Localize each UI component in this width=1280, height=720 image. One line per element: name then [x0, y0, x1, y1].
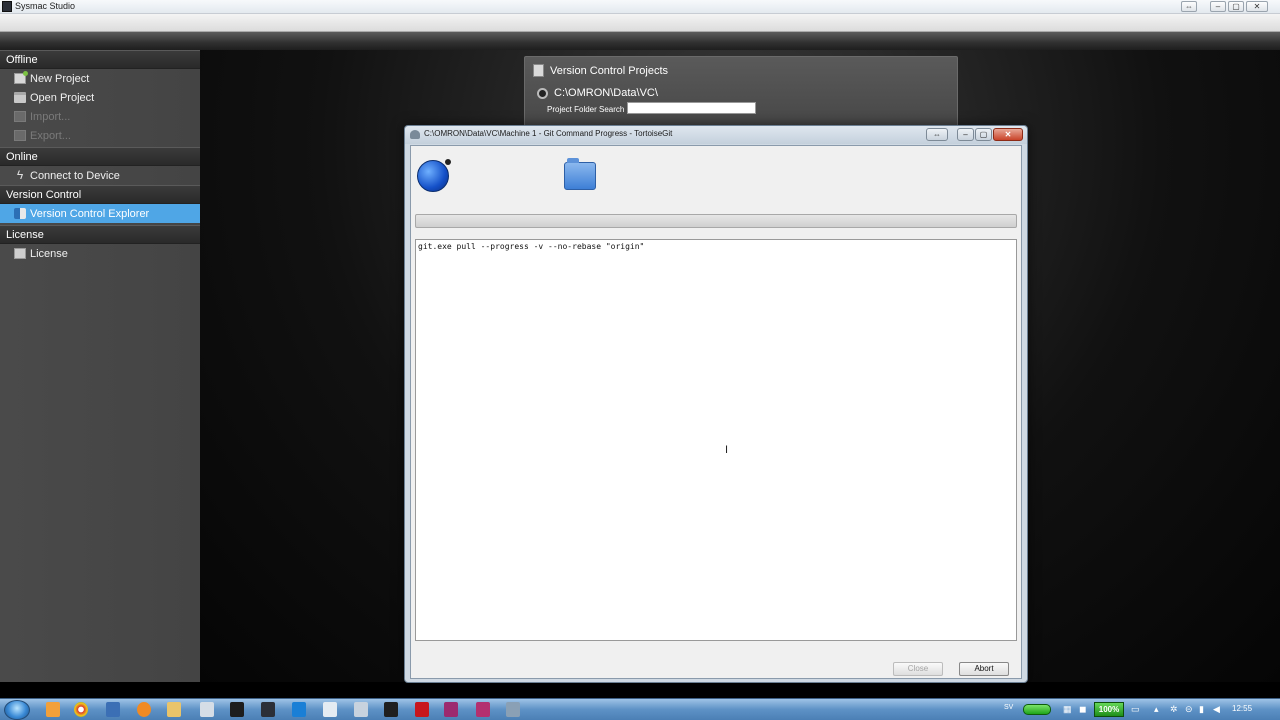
sysmac-app-icon: [2, 1, 12, 12]
log-line: git.exe pull --progress -v --no-rebase "…: [418, 242, 645, 251]
repository-path[interactable]: C:\OMRON\Data\VC\: [537, 87, 658, 99]
open-project-icon: [14, 92, 26, 103]
app-title: Sysmac Studio: [15, 1, 76, 11]
sidebar-item-new-project[interactable]: New Project: [0, 69, 200, 88]
close-dialog-button: Close: [893, 662, 943, 676]
folder-icon: [564, 158, 596, 190]
section-online: Online: [0, 147, 200, 166]
command-prompt-icon[interactable]: [230, 702, 244, 717]
taskbar-app-icon[interactable]: [106, 702, 120, 717]
project-folder-search-label: Project Folder Search: [547, 105, 625, 114]
dialog-minimize-button[interactable]: –: [957, 128, 974, 141]
tray-app-icon[interactable]: ◼: [1079, 704, 1086, 715]
sidebar-item-license[interactable]: License: [0, 244, 200, 263]
maximize-button[interactable]: ▢: [1228, 1, 1244, 12]
section-version-control: Version Control: [0, 185, 200, 204]
taskbar-app-icon[interactable]: [200, 702, 214, 717]
toolbar-strip: [0, 32, 1280, 50]
sysmac-studio-icon[interactable]: [261, 702, 275, 717]
new-project-icon: [14, 71, 28, 84]
acrobat-icon[interactable]: [415, 702, 429, 717]
taskbar-app-icon[interactable]: [476, 702, 490, 717]
dialog-close-button[interactable]: ✕: [993, 128, 1023, 141]
start-button[interactable]: [4, 700, 30, 720]
sidebar-item-version-control-explorer[interactable]: Version Control Explorer: [0, 204, 200, 223]
taskbar-app-icon[interactable]: [137, 702, 151, 717]
progress-bar: [415, 214, 1017, 228]
clock[interactable]: 12:55: [1232, 704, 1252, 713]
tortoisegit-icon: [410, 130, 420, 139]
taskbar-app-icon[interactable]: [444, 702, 458, 717]
file-explorer-icon[interactable]: [167, 702, 181, 717]
windows-taskbar: SV ▦ ◼ 100% ▭ ▴ ✲ ⊝ ▮ ◀ 12:55: [0, 698, 1280, 720]
app-title-bar: Sysmac Studio ⇔ – ▢ ✕: [0, 0, 1280, 14]
globe-icon: [417, 159, 451, 192]
start-page-sidebar: Offline New Project Open Project Import.…: [0, 50, 200, 682]
sidebar-item-label: Open Project: [30, 91, 95, 104]
sidebar-item-label: New Project: [30, 72, 90, 85]
command-output-log[interactable]: git.exe pull --progress -v --no-rebase "…: [415, 239, 1017, 641]
document-icon: [533, 64, 544, 77]
project-folder-search-input[interactable]: [627, 102, 756, 114]
export-icon: [14, 130, 26, 141]
close-button[interactable]: ✕: [1246, 1, 1268, 12]
abort-button[interactable]: Abort: [959, 662, 1009, 676]
sidebar-item-import: Import...: [0, 107, 200, 126]
tray-settings-icon[interactable]: ✲: [1170, 704, 1178, 715]
tray-app-icon[interactable]: ▭: [1131, 704, 1140, 715]
panel-title: Version Control Projects: [550, 64, 668, 77]
menu-bar: [0, 14, 1280, 32]
dialog-body: git.exe pull --progress -v --no-rebase "…: [410, 145, 1022, 679]
taskbar-app-icon[interactable]: [46, 702, 60, 717]
network-icon[interactable]: ▦: [1063, 704, 1072, 715]
teamviewer-icon[interactable]: [292, 702, 306, 717]
panel-header: Version Control Projects: [533, 64, 668, 77]
import-icon: [14, 111, 26, 122]
input-language[interactable]: SV: [1004, 704, 1013, 711]
sidebar-item-connect-to-device[interactable]: ϟ Connect to Device: [0, 166, 200, 185]
taskbar-app-icon[interactable]: [323, 702, 337, 717]
sidebar-item-label: Export...: [30, 129, 71, 142]
path-label: C:\OMRON\Data\VC\: [554, 87, 658, 99]
sidebar-item-export: Export...: [0, 126, 200, 145]
minimize-button[interactable]: –: [1210, 1, 1226, 12]
sidebar-item-open-project[interactable]: Open Project: [0, 88, 200, 107]
version-control-projects-panel: Version Control Projects C:\OMRON\Data\V…: [524, 56, 958, 136]
swap-arrows-icon[interactable]: ⇔: [926, 128, 948, 141]
sidebar-item-label: Import...: [30, 110, 71, 123]
battery-percent[interactable]: 100%: [1094, 702, 1124, 717]
section-license: License: [0, 225, 200, 244]
dialog-maximize-button[interactable]: ▢: [975, 128, 992, 141]
sidebar-item-label: License: [30, 247, 68, 260]
tortoisegit-taskbar-icon[interactable]: [506, 702, 520, 717]
version-control-icon: [14, 208, 26, 219]
dialog-title: C:\OMRON\Data\VC\Machine 1 - Git Command…: [424, 129, 673, 138]
lightning-icon: ϟ: [16, 168, 24, 182]
sidebar-item-label: Version Control Explorer: [30, 207, 150, 220]
tray-expand-icon[interactable]: ▴: [1154, 704, 1159, 715]
git-command-progress-dialog: C:\OMRON\Data\VC\Machine 1 - Git Command…: [404, 125, 1028, 683]
battery-indicator-icon[interactable]: [1023, 704, 1051, 715]
usb-icon[interactable]: ⊝: [1185, 704, 1193, 715]
sidebar-item-label: Connect to Device: [30, 169, 120, 182]
section-offline: Offline: [0, 50, 200, 69]
taskbar-app-icon[interactable]: [354, 702, 368, 717]
dialog-title-bar: C:\OMRON\Data\VC\Machine 1 - Git Command…: [405, 126, 1027, 144]
taskbar-app-icon[interactable]: [384, 702, 398, 717]
volume-icon[interactable]: ◀: [1213, 704, 1220, 715]
chrome-icon[interactable]: [74, 702, 88, 717]
text-cursor-icon: I: [725, 444, 729, 456]
license-icon: [14, 248, 26, 259]
refresh-icon[interactable]: [537, 87, 548, 99]
restore-arrows-icon[interactable]: ⇔: [1181, 1, 1197, 12]
signal-icon[interactable]: ▮: [1199, 704, 1204, 715]
